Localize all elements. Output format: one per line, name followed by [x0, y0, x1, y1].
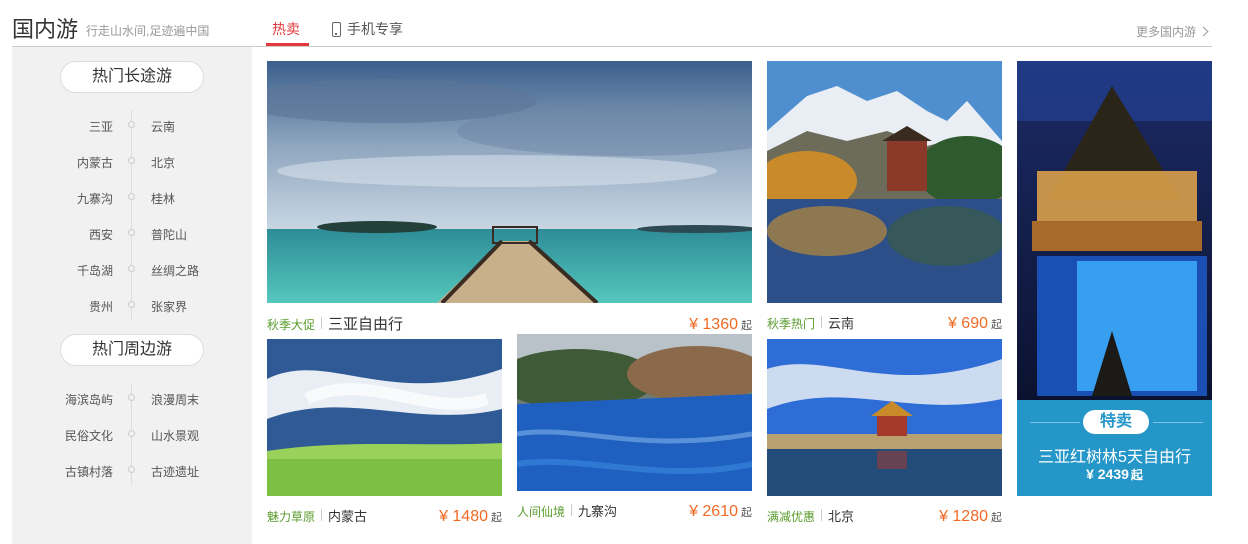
promo-price-value: ¥ 2439: [1086, 466, 1129, 482]
section-title: 国内游: [12, 17, 79, 42]
tab-hot[interactable]: 热卖: [272, 19, 300, 39]
tab-mobile-label: 手机专享: [347, 21, 403, 37]
timeline-dot: [128, 121, 135, 128]
destination-link[interactable]: 内蒙古: [23, 154, 113, 171]
timeline-dot: [128, 193, 135, 200]
destination-link[interactable]: 山水景观: [151, 427, 241, 444]
price-suffix: 起: [991, 319, 1002, 331]
destination-link[interactable]: 千岛湖: [23, 262, 113, 279]
card-caption-sanya: 秋季大促 三亚自由行 ¥ 1360 起: [267, 313, 752, 334]
destination-link[interactable]: 三亚: [23, 118, 113, 135]
timeline-dot: [128, 157, 135, 164]
more-link[interactable]: 更多国内游: [1136, 23, 1209, 40]
timeline-dot: [128, 430, 135, 437]
promo-badge: 特卖: [1083, 410, 1149, 434]
card-place[interactable]: 北京: [828, 506, 854, 525]
destination-link[interactable]: 九寨沟: [23, 190, 113, 207]
timeline-dot: [128, 394, 135, 401]
card-tag: 秋季大促: [267, 318, 316, 332]
card-image-sanya[interactable]: [267, 61, 752, 303]
price-suffix: 起: [991, 512, 1002, 524]
card-place[interactable]: 云南: [828, 313, 854, 332]
card-tag: 人间仙境: [517, 505, 566, 519]
card-caption-jiuzhaigou: 人间仙境 九寨沟 ¥ 2610 起: [517, 501, 752, 521]
card-caption-beijing: 满减优惠 北京 ¥ 1280 起: [767, 506, 1002, 526]
card-price: ¥ 690: [947, 315, 988, 332]
card-caption-yunnan: 秋季热门 云南 ¥ 690 起: [767, 313, 1002, 333]
price-suffix: 起: [1130, 468, 1143, 482]
section-subtitle: 行走山水间,足迹遍中国: [86, 24, 210, 38]
tab-mobile[interactable]: 手机专享: [332, 19, 403, 39]
card-price: ¥ 1360: [689, 316, 738, 333]
card-image-jiuzhaigou[interactable]: [517, 334, 752, 491]
card-tag: 魅力草原: [267, 510, 316, 524]
destination-link[interactable]: 海滨岛屿: [23, 391, 113, 408]
destination-link[interactable]: 丝绸之路: [151, 262, 241, 279]
destination-link[interactable]: 浪漫周末: [151, 391, 241, 408]
card-price: ¥ 2610: [689, 503, 738, 520]
promo-price: ¥ 2439 起: [1017, 466, 1212, 483]
destination-link[interactable]: 云南: [151, 118, 241, 135]
destination-link[interactable]: 普陀山: [151, 226, 241, 243]
promo-image[interactable]: [1017, 61, 1212, 400]
destination-link[interactable]: 西安: [23, 226, 113, 243]
card-image-yunnan[interactable]: [767, 61, 1002, 303]
long-trip-heading: 热门长途游: [60, 61, 204, 93]
promo-divider: [1030, 422, 1080, 423]
timeline-dot: [128, 301, 135, 308]
price-suffix: 起: [741, 320, 752, 332]
card-place[interactable]: 内蒙古: [328, 506, 367, 525]
card-tag: 满减优惠: [767, 510, 816, 524]
card-tag: 秋季热门: [767, 317, 816, 331]
destination-link[interactable]: 古镇村落: [23, 463, 113, 480]
destination-link[interactable]: 北京: [151, 154, 241, 171]
promo-divider: [1153, 422, 1203, 423]
timeline-dot: [128, 466, 135, 473]
more-link-label: 更多国内游: [1136, 25, 1197, 39]
destination-link[interactable]: 桂林: [151, 190, 241, 207]
card-price: ¥ 1480: [439, 508, 488, 525]
card-image-beijing[interactable]: [767, 339, 1002, 496]
chevron-right-icon: [1198, 26, 1209, 37]
card-caption-neimenggu: 魅力草原 内蒙古 ¥ 1480 起: [267, 506, 502, 526]
card-place[interactable]: 九寨沟: [578, 501, 617, 520]
card-image-neimenggu[interactable]: [267, 339, 502, 496]
destination-link[interactable]: 民俗文化: [23, 427, 113, 444]
destination-link[interactable]: 贵州: [23, 298, 113, 315]
timeline-dot: [128, 229, 135, 236]
destination-link[interactable]: 古迹遗址: [151, 463, 241, 480]
timeline-dot: [128, 265, 135, 272]
card-price: ¥ 1280: [939, 508, 988, 525]
promo-title[interactable]: 三亚红树林5天自由行: [1017, 443, 1212, 467]
phone-icon: [332, 21, 341, 37]
card-place[interactable]: 三亚自由行: [328, 313, 403, 334]
long-trip-divider: [131, 110, 132, 320]
destination-link[interactable]: 张家界: [151, 298, 241, 315]
near-trip-heading: 热门周边游: [60, 334, 204, 366]
price-suffix: 起: [741, 507, 752, 519]
price-suffix: 起: [491, 512, 502, 524]
